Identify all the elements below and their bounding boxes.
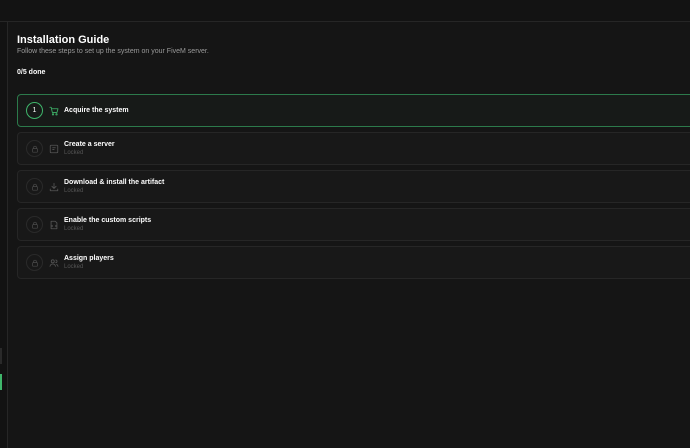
step-label: Assign players (64, 255, 114, 262)
server-icon (49, 144, 59, 154)
step-card-acquire[interactable]: 1 Acquire the system (17, 94, 690, 127)
users-icon (49, 258, 59, 268)
lock-icon (26, 216, 43, 233)
progress-counter: 0/5 done (17, 69, 46, 76)
step-status: Locked (64, 264, 84, 270)
step-card-create-server[interactable]: Create a server Locked (17, 132, 690, 165)
top-bar (0, 0, 690, 22)
lock-icon (26, 140, 43, 157)
step-status: Locked (64, 188, 84, 194)
cart-icon (49, 106, 59, 116)
sidebar-item-indicator[interactable] (0, 348, 2, 364)
step-card-download-artifact[interactable]: Download & install the artifact Locked (17, 170, 690, 203)
step-status: Locked (64, 150, 84, 156)
step-number-badge: 1 (26, 102, 43, 119)
step-label: Enable the custom scripts (64, 217, 152, 224)
step-card-enable-scripts[interactable]: Enable the custom scripts Locked (17, 208, 690, 241)
left-sidebar-rail (0, 22, 8, 448)
sidebar-active-indicator[interactable] (0, 374, 2, 390)
download-icon (49, 182, 59, 192)
step-number: 1 (32, 107, 37, 114)
step-label: Create a server (64, 141, 115, 148)
lock-icon (26, 254, 43, 271)
lock-icon (26, 178, 43, 195)
page-title: Installation Guide (17, 34, 110, 46)
step-card-assign-players[interactable]: Assign players Locked (17, 246, 690, 279)
step-label: Acquire the system (64, 107, 129, 114)
page-subtitle: Follow these steps to set up the system … (17, 48, 209, 55)
step-status: Locked (64, 226, 84, 232)
step-label: Download & install the artifact (64, 179, 165, 186)
script-file-icon (49, 220, 59, 230)
